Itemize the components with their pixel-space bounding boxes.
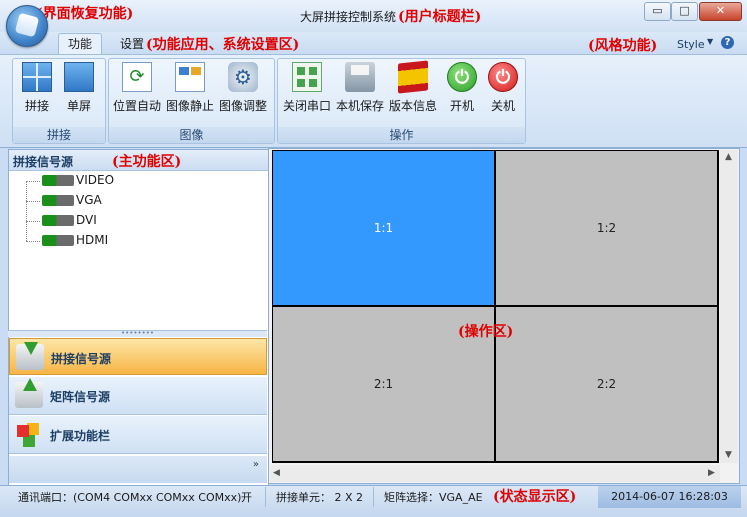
power-on-icon: ⏻ — [447, 62, 477, 92]
tree-label: VGA — [76, 193, 102, 207]
group-label: 操作 — [278, 127, 525, 143]
tree-label: HDMI — [76, 233, 109, 247]
nav-overflow[interactable]: » — [9, 456, 267, 483]
cubes-icon — [15, 421, 43, 447]
signal-source-icon — [42, 215, 74, 226]
tree-line — [26, 201, 40, 202]
chevron-double-down-icon[interactable]: » — [253, 459, 259, 470]
status-matrix: 矩阵选择：VGA_AE — [384, 491, 483, 504]
tree-label: DVI — [76, 213, 97, 227]
scroll-right-icon[interactable]: ▶ — [708, 468, 715, 478]
scroll-down-icon[interactable]: ▼ — [725, 450, 732, 460]
main-area-annotation: (主功能区) — [112, 154, 182, 170]
button-label: 版本信息 — [388, 99, 437, 113]
tab-function[interactable]: 功能 — [58, 33, 102, 55]
operation-annotation: (操作区) — [458, 324, 514, 340]
panel-title: 拼接信号源 — [13, 155, 74, 169]
nav-matrix-source[interactable]: 矩阵信号源 — [9, 377, 267, 415]
splice-button[interactable]: 拼接 — [20, 62, 54, 114]
auto-position-button[interactable]: ⟳ 位置自动 — [112, 62, 162, 114]
single-screen-button[interactable]: 单屏 — [62, 62, 96, 114]
nav-extensions[interactable]: 扩展功能栏 — [9, 416, 267, 454]
close-button[interactable]: ✕ — [699, 2, 742, 21]
adjust-icon: ⚙ — [228, 62, 258, 92]
screen-cell-1-1[interactable]: 1:1 — [273, 151, 494, 305]
tree-line — [26, 241, 40, 242]
app-orb-button[interactable] — [6, 5, 48, 47]
nav-label: 矩阵信号源 — [50, 390, 111, 404]
button-label: 本机保存 — [335, 99, 384, 113]
tree-line — [26, 221, 40, 222]
panel-splitter[interactable]: •••••••• — [8, 330, 267, 337]
freeze-image-button[interactable]: 图像静止 — [165, 62, 215, 114]
serial-port-icon — [292, 62, 322, 92]
help-icon[interactable]: ? — [721, 36, 734, 49]
status-separator — [373, 487, 374, 507]
button-label: 位置自动 — [112, 99, 161, 113]
power-off-icon: ⏻ — [488, 62, 518, 92]
power-on-button[interactable]: ⏻ 开机 — [445, 62, 479, 114]
button-label: 拼接 — [24, 99, 49, 113]
status-port: 通讯端口：(COM4 COMxx COMxx COMxx) — [18, 491, 242, 504]
style-annotation: (风格功能) — [588, 38, 658, 54]
nav-splice-source[interactable]: 拼接信号源 — [9, 338, 267, 375]
tab-settings[interactable]: 设置 — [120, 35, 144, 52]
signal-source-icon — [42, 195, 74, 206]
style-menu[interactable]: Style — [677, 38, 705, 51]
status-port-state: 开 — [241, 491, 252, 504]
status-splice-unit: 拼接单元： 2 X 2 — [276, 491, 364, 504]
tree-label: VIDEO — [76, 173, 115, 187]
title-annotation: (用户标题栏) — [398, 9, 482, 25]
group-label: 拼接 — [13, 127, 105, 143]
version-info-button[interactable]: 版本信息 — [388, 60, 438, 114]
button-label: 关机 — [490, 99, 515, 113]
group-label: 图像 — [109, 127, 274, 143]
power-off-button[interactable]: ⏻ 关机 — [486, 62, 520, 114]
window-title: 大屏拼接控制系统 — [300, 10, 397, 24]
app-icon — [14, 12, 40, 38]
signal-source-icon — [42, 175, 74, 186]
status-annotation: (状态显示区) — [493, 489, 577, 505]
refresh-icon: ⟳ — [122, 62, 152, 92]
screen-cell-2-2[interactable]: 2:2 — [496, 307, 717, 461]
upload-icon — [15, 378, 43, 408]
vertical-scrollbar[interactable]: ▲ ▼ — [720, 150, 738, 463]
monitor-icon — [64, 62, 94, 92]
status-separator — [265, 487, 266, 507]
screen-cell-1-2[interactable]: 1:2 — [496, 151, 717, 305]
close-port-button[interactable]: 关闭串口 — [282, 62, 332, 114]
maximize-button[interactable]: □ — [671, 2, 698, 21]
button-label: 图像调整 — [218, 99, 267, 113]
image-freeze-icon — [175, 62, 205, 92]
tree-line — [26, 181, 40, 182]
adjust-image-button[interactable]: ⚙ 图像调整 — [218, 62, 268, 114]
minimize-button[interactable]: ▭ — [644, 2, 671, 21]
status-datetime: 2014-06-07 16:28:03 — [598, 486, 741, 508]
download-icon — [16, 342, 44, 370]
scroll-left-icon[interactable]: ◀ — [273, 468, 280, 478]
button-label: 开机 — [449, 99, 474, 113]
button-label: 关闭串口 — [282, 99, 331, 113]
save-local-button[interactable]: 本机保存 — [335, 62, 385, 114]
save-icon — [345, 62, 375, 92]
button-label: 图像静止 — [165, 99, 214, 113]
nav-label: 扩展功能栏 — [50, 429, 111, 443]
tree-connector — [26, 181, 27, 241]
chevron-down-icon[interactable]: ▼ — [707, 37, 713, 46]
settings-annotation: (功能应用、系统设置区) — [146, 37, 300, 53]
grid-icon — [22, 62, 52, 92]
signal-source-icon — [42, 235, 74, 246]
orb-annotation: (界面恢复功能) — [36, 6, 134, 22]
nav-label: 拼接信号源 — [51, 352, 112, 366]
scroll-up-icon[interactable]: ▲ — [725, 152, 732, 162]
flag-icon — [398, 60, 428, 94]
button-label: 单屏 — [66, 99, 91, 113]
horizontal-scrollbar[interactable]: ◀ ▶ — [270, 465, 720, 482]
